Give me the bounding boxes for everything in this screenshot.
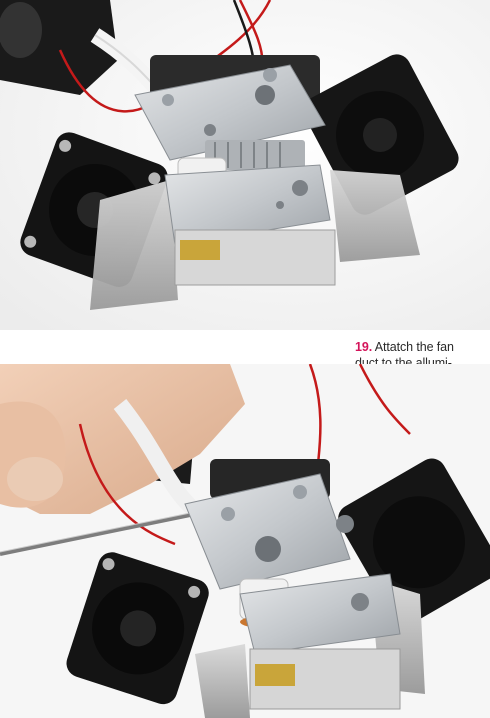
assembly-photo-screwing bbox=[0, 364, 490, 718]
step-number: 19. bbox=[355, 340, 373, 354]
assembly-photo-before bbox=[0, 0, 490, 330]
